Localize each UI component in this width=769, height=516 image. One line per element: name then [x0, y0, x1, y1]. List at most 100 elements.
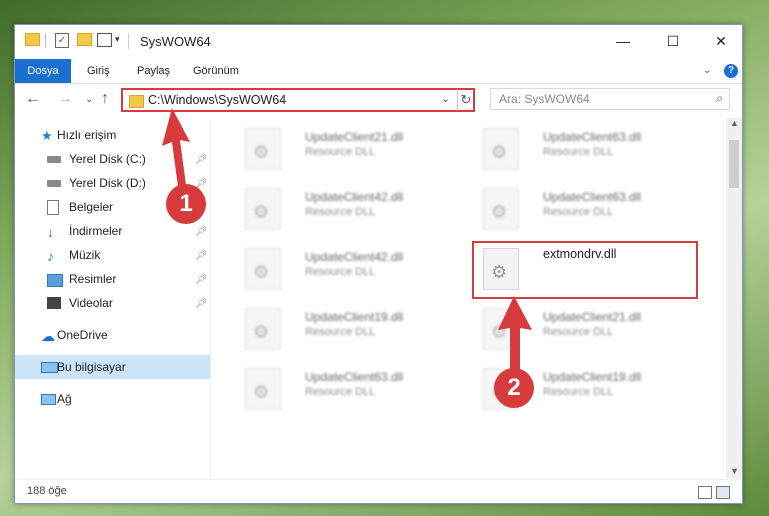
- sidebar-item-network[interactable]: Ağ: [15, 387, 210, 411]
- maximize-button[interactable]: ☐: [650, 25, 696, 57]
- list-item[interactable]: ⚙ UpdateClient42.dll Resource DLL: [235, 182, 455, 230]
- sidebar-item-music[interactable]: ♪ Müzik 📌︎: [15, 243, 210, 267]
- list-item[interactable]: ⚙ UpdateClient63.dll Resource DLL: [473, 182, 693, 230]
- list-item[interactable]: ⚙ UpdateClient21.dll Resource DLL: [235, 122, 455, 170]
- sidebar-item-label: Yerel Disk (D:): [69, 176, 146, 190]
- gear-icon: ⚙: [253, 262, 270, 282]
- list-item[interactable]: ⚙ UpdateClient63.dll Resource DLL: [473, 122, 693, 170]
- ribbon-tabs: Dosya Giriş Paylaş Görünüm ⌄ ?: [15, 59, 742, 84]
- tab-view[interactable]: Görünüm: [183, 59, 249, 83]
- computer-icon: [41, 362, 58, 373]
- file-type: Resource DLL: [305, 206, 376, 218]
- toolbar-divider: [128, 33, 129, 49]
- folder-icon: [129, 95, 144, 108]
- list-item[interactable]: ⚙ UpdateClient63.dll Resource DLL: [235, 362, 455, 410]
- pin-icon[interactable]: 📌︎: [195, 226, 208, 237]
- gear-icon: ⚙: [253, 202, 270, 222]
- expand-ribbon-icon[interactable]: ⌄: [703, 65, 711, 76]
- close-button[interactable]: ✕: [698, 25, 744, 57]
- pin-icon[interactable]: 📌︎: [195, 250, 208, 261]
- up-arrow-icon[interactable]: ↑: [101, 90, 109, 108]
- scroll-down-icon[interactable]: ▼: [730, 466, 739, 476]
- window-title: SysWOW64: [140, 34, 211, 49]
- gear-icon: ⚙: [491, 142, 508, 162]
- file-name: UpdateClient21.dll: [543, 310, 642, 324]
- details-view-icon[interactable]: [698, 486, 712, 499]
- new-folder-icon[interactable]: [77, 33, 92, 46]
- network-icon: [41, 394, 56, 405]
- refresh-icon[interactable]: ↻: [457, 89, 474, 111]
- sidebar-item-label: Belgeler: [69, 200, 114, 214]
- sidebar-item-pictures[interactable]: Resimler 📌︎: [15, 267, 210, 291]
- pane-divider[interactable]: [210, 118, 211, 478]
- file-name: UpdateClient19.dll: [543, 370, 642, 384]
- scroll-up-icon[interactable]: ▲: [730, 118, 739, 128]
- list-item[interactable]: ⚙ UpdateClient42.dll Resource DLL: [235, 242, 455, 290]
- sidebar-item-this-pc[interactable]: Bu bilgisayar: [15, 355, 210, 379]
- sidebar-item-label: OneDrive: [57, 328, 108, 342]
- sidebar-item-label: Hızlı erişim: [57, 128, 117, 142]
- gear-icon: ⚙: [253, 322, 270, 342]
- file-type: Resource DLL: [305, 266, 376, 278]
- tab-share[interactable]: Paylaş: [127, 59, 180, 83]
- forward-arrow-icon[interactable]: →: [57, 90, 73, 108]
- status-bar: 188 öğe: [15, 479, 742, 504]
- scroll-thumb[interactable]: [729, 140, 739, 188]
- toolbar-divider: [45, 34, 46, 48]
- tab-home[interactable]: Giriş: [77, 59, 120, 83]
- step-2-badge: 2: [494, 368, 534, 408]
- sidebar-item-onedrive[interactable]: ☁ OneDrive: [15, 323, 210, 347]
- file-highlight-box: [472, 241, 698, 299]
- videos-icon: [47, 297, 61, 309]
- vertical-scrollbar[interactable]: ▲ ▼: [726, 118, 742, 478]
- star-icon: ★: [41, 128, 53, 143]
- file-name: UpdateClient63.dll: [543, 190, 642, 204]
- sidebar-item-label: Videolar: [69, 296, 113, 310]
- sidebar-item-label: Müzik: [69, 248, 101, 262]
- file-name: UpdateClient63.dll: [543, 130, 642, 144]
- minimize-button[interactable]: —: [600, 25, 646, 57]
- recent-locations-chevron-icon[interactable]: ⌄: [85, 94, 93, 105]
- large-icons-view-icon[interactable]: [716, 486, 730, 499]
- download-icon: ↓: [47, 224, 54, 240]
- search-icon[interactable]: ⌕: [716, 91, 723, 106]
- sidebar-item-label: Ağ: [57, 392, 72, 406]
- drive-icon: [47, 180, 61, 187]
- gear-icon: ⚙: [491, 202, 508, 222]
- file-type: Resource DLL: [543, 146, 614, 158]
- customize-icon[interactable]: [97, 33, 112, 47]
- file-name: UpdateClient63.dll: [305, 370, 404, 384]
- back-arrow-icon[interactable]: ←: [25, 90, 41, 108]
- navigation-bar: ← → ⌄ ↑ C:\Windows\SysWOW64 ⌄ ↻ Ara: Sys…: [15, 84, 742, 116]
- quick-access-dropdown-icon[interactable]: ▾: [115, 34, 120, 45]
- properties-check-icon[interactable]: ✓: [55, 33, 69, 48]
- pictures-icon: [47, 274, 63, 287]
- drive-icon: [47, 156, 61, 163]
- documents-icon: [47, 199, 59, 215]
- file-type: Resource DLL: [305, 326, 376, 338]
- list-item[interactable]: ⚙ UpdateClient19.dll Resource DLL: [235, 302, 455, 350]
- file-type: Resource DLL: [543, 386, 614, 398]
- tab-file[interactable]: Dosya: [15, 59, 71, 83]
- sidebar-item-videos[interactable]: Videolar 📌︎: [15, 291, 210, 315]
- file-type: Resource DLL: [305, 146, 376, 158]
- sidebar-item-label: Bu bilgisayar: [57, 360, 126, 374]
- pin-icon[interactable]: 📌︎: [195, 274, 208, 285]
- help-icon[interactable]: ?: [724, 64, 738, 78]
- search-box[interactable]: Ara: SysWOW64 ⌕: [490, 88, 730, 110]
- pin-icon[interactable]: 📌︎: [195, 298, 208, 309]
- sidebar-item-label: Resimler: [69, 272, 117, 286]
- folder-icon: [25, 33, 40, 46]
- cloud-icon: ☁: [41, 328, 55, 344]
- gear-icon: ⚙: [253, 382, 270, 402]
- address-dropdown-icon[interactable]: ⌄: [441, 92, 450, 105]
- file-name: UpdateClient42.dll: [305, 190, 404, 204]
- file-name: UpdateClient19.dll: [305, 310, 404, 324]
- file-name: UpdateClient21.dll: [305, 130, 404, 144]
- search-input[interactable]: Ara: SysWOW64: [499, 92, 590, 106]
- file-type: Resource DLL: [543, 206, 614, 218]
- file-type: Resource DLL: [305, 386, 376, 398]
- music-icon: ♪: [47, 248, 54, 264]
- sidebar-item-label: İndirmeler: [69, 224, 123, 238]
- file-type: Resource DLL: [543, 326, 614, 338]
